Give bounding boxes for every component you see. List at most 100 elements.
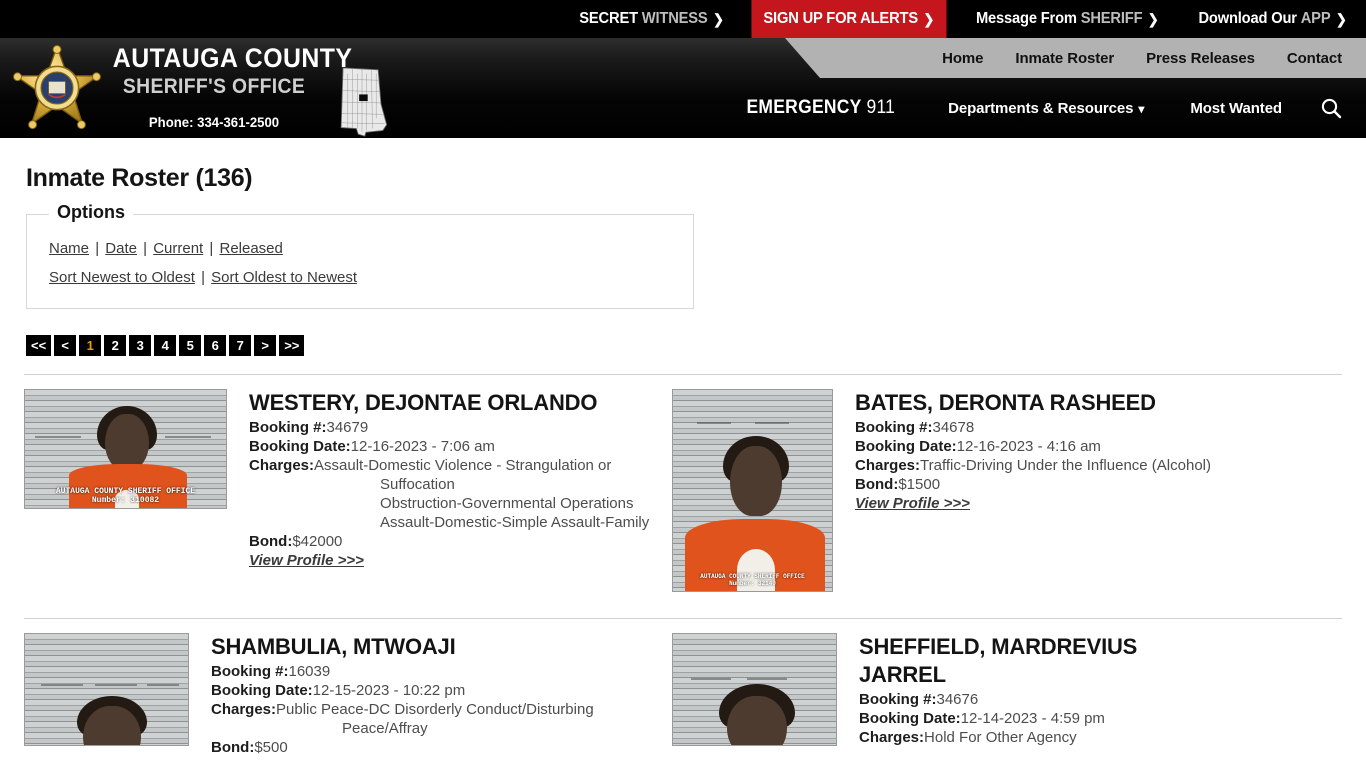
bond-value: $1500 [898, 476, 941, 493]
inmate-charges-line: Charges: Traffic-Driving Under the Influ… [855, 456, 1344, 475]
nav-item-inmate-roster[interactable]: Inmate Roster [1015, 50, 1114, 67]
inmate-card: AUTAUGA COUNTY SHERIFF OFFICE Number: 32… [672, 389, 1344, 592]
inmate-booking-date-line: Booking Date:12-16-2023 - 4:16 am [855, 437, 1344, 456]
inmate-bond-line: Bond:$500 [211, 738, 672, 757]
pagination-page-2[interactable]: 2 [104, 335, 127, 356]
chevron-right-icon: ❯ [923, 10, 935, 27]
charge-item: Assault-Domestic-Simple Assault-Family [380, 514, 650, 531]
link-separator: | [95, 240, 100, 257]
booking-number-value: 34679 [326, 419, 369, 436]
topbar-link-secret-witness[interactable]: SECRET WITNESS ❯ [567, 0, 735, 38]
charge-item: Peace/Affray [342, 720, 428, 737]
link-separator: | [209, 240, 214, 257]
topbar-link-secret-witness-strong: SECRET [579, 10, 638, 27]
inmate-bond-line: Bond:$1500 [855, 475, 1344, 494]
pagination-page-1[interactable]: 1 [79, 335, 102, 356]
booking-number-label: Booking #: [211, 663, 289, 680]
inmate-details: BATES, DERONTA RASHEED Booking #:34678 B… [855, 389, 1344, 513]
pagination-page-7[interactable]: 7 [229, 335, 252, 356]
bond-label: Bond: [855, 476, 899, 493]
charges-label: Charges: [211, 701, 277, 718]
inmate-booking-number-line: Booking #:34676 [859, 690, 1344, 709]
pagination-prev[interactable]: < [54, 335, 77, 356]
pagination-next[interactable]: > [254, 335, 277, 356]
inmate-bond-line: Bond:$42000 [249, 532, 672, 551]
emergency-label: EMERGENCY [746, 97, 862, 118]
inmate-mugshot[interactable] [672, 633, 837, 746]
bond-label: Bond: [211, 739, 255, 756]
inmate-charges-line: Charges: Assault-Domestic Violence - Str… [249, 456, 672, 532]
pagination-page-3[interactable]: 3 [129, 335, 152, 356]
nav-item-press-releases[interactable]: Press Releases [1146, 50, 1255, 67]
view-profile-link[interactable]: View Profile >>> [855, 495, 970, 512]
chevron-right-icon: ❯ [1335, 10, 1347, 27]
sort-link-oldest-to-newest[interactable]: Sort Oldest to Newest [211, 269, 357, 286]
sort-link-newest-to-oldest[interactable]: Sort Newest to Oldest [49, 269, 195, 286]
charges-list: Assault-Domestic Violence - Strangulatio… [314, 456, 672, 532]
inmate-mugshot[interactable]: AUTAUGA COUNTY SHERIFF OFFICE Number: 32… [672, 389, 833, 592]
view-profile-link[interactable]: View Profile >>> [249, 552, 364, 569]
chevron-right-icon: ❯ [713, 10, 724, 27]
filter-link-released[interactable]: Released [219, 240, 282, 257]
pagination-page-4[interactable]: 4 [154, 335, 177, 356]
inmate-booking-number-line: Booking #:16039 [211, 662, 672, 681]
charges-list: Traffic-Driving Under the Influence (Alc… [920, 456, 1344, 475]
pagination-last[interactable]: >> [279, 335, 305, 356]
topbar-link-download-our-app[interactable]: Download Our APP ❯ [1186, 0, 1358, 38]
charge-item: Suffocation [380, 476, 455, 493]
charges-label: Charges: [859, 729, 925, 746]
booking-date-value: 12-16-2023 - 4:16 am [956, 438, 1101, 455]
nav-item-most-wanted[interactable]: Most Wanted [1190, 100, 1282, 117]
inmate-mugshot[interactable]: AUTAUGA COUNTY SHERIFF OFFICE Number: 31… [24, 389, 227, 509]
filter-link-current[interactable]: Current [153, 240, 203, 257]
charge-item: Public Peace-DC Disorderly Conduct/Distu… [276, 701, 594, 718]
charge-item: Assault-Domestic Violence - Strangulatio… [314, 457, 612, 474]
inmate-booking-date-line: Booking Date:12-15-2023 - 10:22 pm [211, 681, 672, 700]
charges-list: Public Peace-DC Disorderly Conduct/Distu… [276, 700, 672, 738]
inmate-charges-line: Charges: Public Peace-DC Disorderly Cond… [211, 700, 672, 738]
charge-item: Traffic-Driving Under the Influence (Alc… [920, 457, 1211, 474]
pagination-page-5[interactable]: 5 [179, 335, 202, 356]
inmate-details: SHEFFIELD, MARDREVIUS JARREL Booking #:3… [859, 633, 1344, 747]
booking-date-value: 12-14-2023 - 4:59 pm [960, 710, 1105, 727]
top-alert-bar: SECRET WITNESS ❯ SIGN UP FOR ALERTS ❯ Mess… [0, 0, 1366, 38]
filter-link-date[interactable]: Date [105, 240, 137, 257]
bond-value: $500 [254, 739, 288, 756]
nav-item-home[interactable]: Home [942, 50, 983, 67]
booking-date-value: 12-15-2023 - 10:22 pm [312, 682, 466, 699]
page-title: Inmate Roster (136) [26, 164, 253, 192]
site-header: AUTAUGA COUNTY SHERIFF'S OFFICE Phone: 3… [0, 38, 1366, 138]
inmate-name: BATES, DERONTA RASHEED [855, 390, 1156, 415]
inmate-charges-line: Charges: Hold For Other Agency [859, 728, 1344, 747]
topbar-link-download-light: APP [1300, 10, 1331, 27]
inmate-details: WESTERY, DEJONTAE ORLANDO Booking #:3467… [249, 389, 672, 570]
topbar-link-sign-up-strong: SIGN UP FOR ALERTS [763, 10, 918, 27]
filter-link-name[interactable]: Name [49, 240, 89, 257]
inmate-mugshot[interactable] [24, 633, 189, 746]
nav-item-departments-and-resources[interactable]: Departments & Resources ▾ [948, 100, 1144, 117]
inmate-booking-date-line: Booking Date:12-16-2023 - 7:06 am [249, 437, 672, 456]
charges-list: Hold For Other Agency [924, 728, 1344, 747]
booking-number-label: Booking #: [859, 691, 937, 708]
booking-date-label: Booking Date: [855, 438, 957, 455]
charges-label: Charges: [249, 457, 315, 474]
primary-navigation: Home Inmate Roster Press Releases Contac… [942, 38, 1366, 78]
emergency-number: 911 [866, 97, 896, 118]
topbar-link-sign-up-for-alerts[interactable]: SIGN UP FOR ALERTS ❯ [751, 0, 947, 38]
inmate-booking-number-line: Booking #:34678 [855, 418, 1344, 437]
charge-item: Obstruction-Governmental Operations [380, 495, 634, 512]
topbar-link-message-strong: Message From [975, 10, 1077, 27]
inmate-card: SHAMBULIA, MTWOAJI Booking #:16039 Booki… [0, 633, 672, 757]
booking-number-value: 34678 [932, 419, 975, 436]
pagination-first[interactable]: << [26, 335, 52, 356]
topbar-link-download-strong: Download Our [1198, 10, 1297, 27]
inmate-details: SHAMBULIA, MTWOAJI Booking #:16039 Booki… [211, 633, 672, 757]
chevron-right-icon: ❯ [1147, 10, 1159, 27]
bond-value: $42000 [292, 533, 343, 550]
pagination-page-6[interactable]: 6 [204, 335, 227, 356]
pagination: << < 1 2 3 4 5 6 7 > >> [26, 335, 1366, 356]
topbar-link-message-from-sheriff[interactable]: Message From SHERIFF ❯ [963, 0, 1170, 38]
nav-item-contact[interactable]: Contact [1287, 50, 1342, 67]
main-content: Inmate Roster (136) Options Name | Date … [0, 138, 1366, 757]
search-icon[interactable] [1318, 95, 1344, 121]
